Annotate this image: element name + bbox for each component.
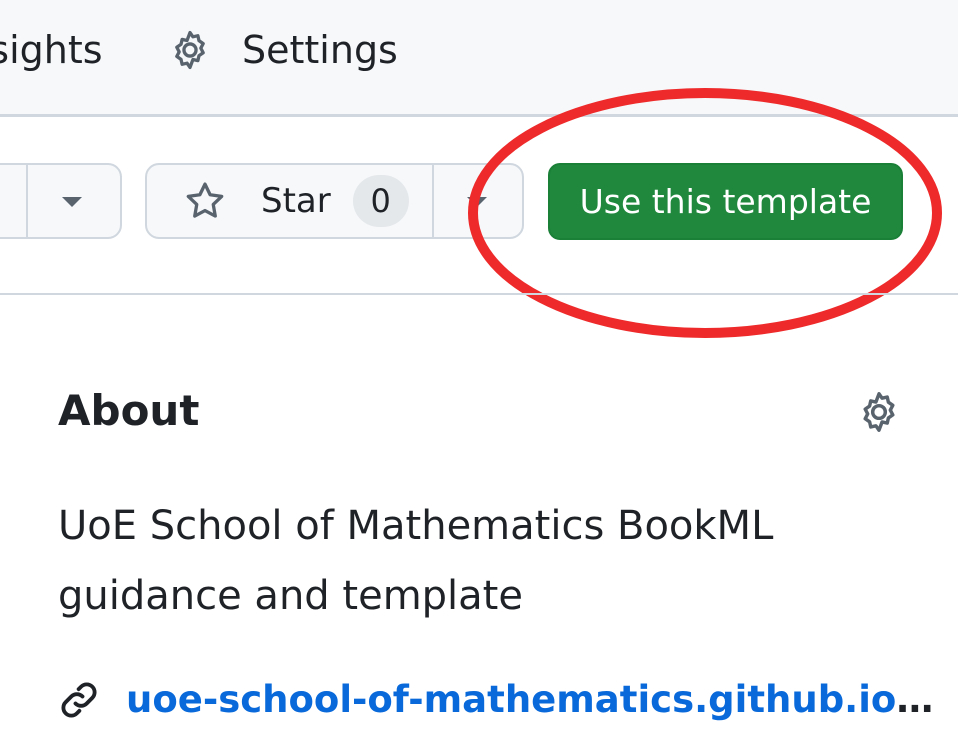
gear-icon xyxy=(168,28,212,72)
section-divider xyxy=(0,293,958,295)
button-divider xyxy=(26,165,28,237)
star-button[interactable]: Star 0 xyxy=(147,165,432,237)
button-divider xyxy=(432,165,434,237)
star-count-badge: 0 xyxy=(352,175,409,227)
chevron-down-icon[interactable] xyxy=(467,197,487,207)
repo-nav-bar: Insights Settings xyxy=(0,0,958,117)
star-label: Star xyxy=(261,181,331,221)
chevron-down-icon[interactable] xyxy=(62,197,82,207)
homepage-link[interactable]: uoe-school-of-mathematics.github.io xyxy=(126,678,896,721)
star-icon xyxy=(183,179,227,223)
tab-insights[interactable]: Insights xyxy=(0,26,103,74)
use-this-template-button[interactable]: Use this template xyxy=(548,163,903,240)
fork-button-group[interactable] xyxy=(0,163,122,239)
link-icon xyxy=(58,679,100,721)
about-heading: About xyxy=(58,386,200,435)
tab-insights-label: Insights xyxy=(0,28,103,72)
homepage-link-row: uoe-school-of-mathematics.github.io … xyxy=(58,678,933,721)
star-button-group: Star 0 xyxy=(145,163,524,239)
gear-icon[interactable] xyxy=(856,389,902,435)
about-description: UoE School of Mathematics BookML guidanc… xyxy=(58,503,774,619)
link-ellipsis: … xyxy=(896,678,934,721)
tab-settings-label: Settings xyxy=(242,28,398,72)
tab-settings[interactable]: Settings xyxy=(168,26,398,74)
